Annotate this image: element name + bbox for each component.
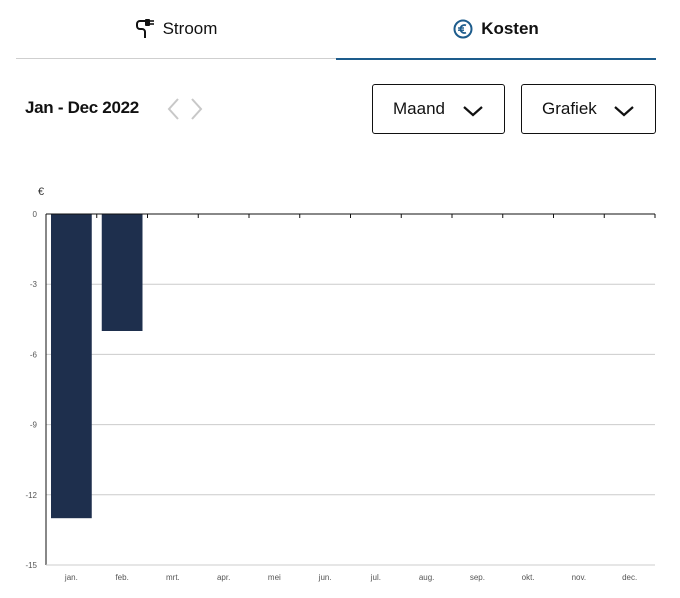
tab-stroom-label: Stroom bbox=[162, 19, 218, 38]
x-tick-label: nov. bbox=[572, 573, 587, 582]
bar bbox=[51, 214, 92, 519]
y-tick-label: 0 bbox=[33, 210, 38, 219]
tab-stroom[interactable]: Stroom bbox=[16, 0, 336, 59]
view-dropdown-label: Grafiek bbox=[542, 99, 597, 118]
y-tick-label: -3 bbox=[30, 280, 38, 289]
interval-dropdown[interactable]: Maand bbox=[372, 84, 505, 134]
x-tick-label: mrt. bbox=[166, 573, 180, 582]
y-tick-label: -9 bbox=[30, 421, 38, 430]
euro-icon bbox=[453, 19, 473, 39]
tab-bar: Stroom Kosten bbox=[16, 0, 656, 60]
x-tick-label: dec. bbox=[622, 573, 637, 582]
tab-kosten[interactable]: Kosten bbox=[336, 0, 656, 60]
chevron-down-icon bbox=[613, 103, 635, 123]
cost-bar-chart: €0 -3 -6 -9 -12 -15 jan. feb. mrt. apr. mei jun. jul… bbox=[25, 186, 656, 582]
next-period-icon[interactable] bbox=[188, 96, 204, 122]
x-tick-label: jul. bbox=[370, 573, 381, 582]
bar bbox=[101, 214, 143, 331]
tab-kosten-label: Kosten bbox=[481, 19, 539, 38]
x-tick-label: sep. bbox=[470, 573, 485, 582]
period-label: Jan - Dec 2022 bbox=[25, 98, 139, 117]
y-tick-label: -15 bbox=[25, 561, 37, 570]
x-tick-label: okt. bbox=[522, 573, 535, 582]
x-tick-label: mei bbox=[268, 573, 281, 582]
y-tick-label: -12 bbox=[25, 491, 37, 500]
interval-dropdown-label: Maand bbox=[393, 99, 445, 118]
plug-icon bbox=[135, 18, 155, 40]
y-axis-label: € bbox=[38, 186, 44, 198]
x-tick-label: apr. bbox=[217, 573, 230, 582]
chevron-down-icon bbox=[462, 103, 484, 123]
previous-period-icon[interactable] bbox=[166, 96, 182, 122]
y-tick-label: -6 bbox=[30, 350, 38, 359]
view-dropdown[interactable]: Grafiek bbox=[521, 84, 656, 134]
x-tick-label: feb. bbox=[115, 573, 128, 582]
x-tick-label: aug. bbox=[419, 573, 435, 582]
x-tick-label: jun. bbox=[318, 573, 332, 582]
x-tick-label: jan. bbox=[64, 573, 78, 582]
